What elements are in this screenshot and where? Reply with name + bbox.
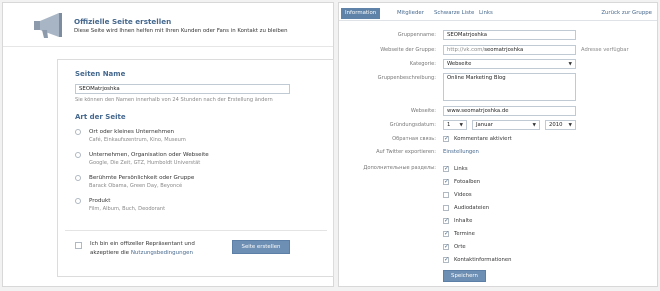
category-value: Webseite	[447, 61, 472, 67]
banner-subtitle: Diese Seite wird Ihnen helfen mit Ihren …	[74, 28, 288, 34]
terms-link[interactable]: Nutzungsbedingungen	[131, 250, 193, 256]
feedback-label: Обратная связь:	[392, 136, 436, 142]
page-type-label: Produkt	[89, 198, 111, 204]
chevron-down-icon: ▼	[568, 62, 572, 67]
section-label: Orte	[454, 244, 466, 250]
chevron-down-icon: ▼	[459, 123, 463, 128]
description-label: Gruppenbeschreibung:	[377, 75, 436, 81]
create-page-banner: Offizielle Seite erstellen Diese Seite w…	[3, 3, 333, 47]
page-type-heading: Art der Seite	[75, 113, 126, 121]
page-name-hint: Sie können den Namen innerhalb von 24 St…	[75, 97, 273, 103]
group-name-label: Gruppenname:	[397, 32, 436, 38]
section-label: Kontaktinformationen	[454, 257, 512, 263]
create-page-form: Seiten Name SEOMatrjoshka Sie können den…	[57, 59, 334, 277]
group-website-input[interactable]: http://vk.com/seomatrjoshka	[443, 45, 576, 55]
page-type-examples: Film, Album, Buch, Deodorant	[89, 206, 166, 212]
website-availability: Adresse verfügbar	[581, 47, 629, 53]
terms-text: akzeptiere die Nutzungsbedingungen	[90, 250, 193, 256]
founded-year-select[interactable]: 2010 ▼	[545, 120, 576, 130]
founded-year: 2010	[549, 122, 563, 128]
section-label: Links	[454, 166, 468, 172]
page-type-label: Unternehmen, Organisation oder Webseite	[89, 152, 209, 158]
radio-button[interactable]	[75, 175, 81, 181]
section-checkbox[interactable]: ✓	[443, 218, 449, 224]
twitter-settings-link[interactable]: Einstellungen	[443, 149, 479, 155]
banner-title: Offizielle Seite erstellen	[74, 17, 172, 26]
page-type-examples: Café, Einkaufszentrum, Kino, Museum	[89, 137, 186, 143]
twitter-label: Auf Twitter exportieren:	[376, 149, 436, 155]
create-page-panel: Offizielle Seite erstellen Diese Seite w…	[2, 2, 334, 287]
settings-tabs: Information Mitglieder Schwarze Liste Li…	[339, 3, 657, 21]
page-type-examples: Barack Obama, Green Day, Beyoncé	[89, 183, 183, 189]
page-type-label: Berühmte Persönlichkeit oder Gruppe	[89, 175, 195, 181]
page-name-heading: Seiten Name	[75, 70, 126, 78]
section-checkbox[interactable]: ✓	[443, 244, 449, 250]
divider	[65, 230, 327, 231]
sections-label: Дополнительные разделы:	[363, 165, 436, 171]
founded-label: Gründungsdatum:	[389, 122, 436, 128]
founded-month: Januar	[476, 122, 493, 128]
radio-button[interactable]	[75, 129, 81, 135]
group-name-input[interactable]: SEOMatrjoshka	[443, 30, 576, 40]
founded-day: 1	[447, 122, 451, 128]
section-label: Inhalte	[454, 218, 473, 224]
category-select[interactable]: Webseite ▼	[443, 59, 576, 69]
page-type-examples: Google, Die Zeit, GTZ, Humboldt Universt…	[89, 160, 201, 166]
founded-month-select[interactable]: Januar ▼	[472, 120, 540, 130]
section-checkbox[interactable]	[443, 205, 449, 211]
page-name-input[interactable]: SEOMatrjoshka	[75, 84, 290, 94]
founded-day-select[interactable]: 1 ▼	[443, 120, 467, 130]
tab-links[interactable]: Links	[475, 8, 497, 19]
radio-button[interactable]	[75, 198, 81, 204]
website-slug: seomatrjoshka	[484, 47, 524, 53]
description-textarea[interactable]: Online Marketing Blog	[443, 73, 576, 101]
website-prefix: http://vk.com/	[447, 47, 485, 53]
terms-prefix: akzeptiere die	[90, 250, 131, 256]
chevron-down-icon: ▼	[532, 123, 536, 128]
section-label: Termine	[454, 231, 475, 237]
section-checkbox[interactable]: ✓	[443, 166, 449, 172]
section-label: Audiodateien	[454, 205, 490, 211]
website-url-input[interactable]: www.seomatrjoshka.de	[443, 106, 576, 116]
section-checkbox[interactable]	[443, 192, 449, 198]
back-to-group-link[interactable]: Zurück zur Gruppe	[601, 8, 652, 19]
representative-text: Ich bin ein offizeller Repräsentant und	[90, 241, 195, 247]
group-website-label: Webseite der Gruppe:	[380, 47, 436, 53]
tab-information[interactable]: Information	[341, 8, 381, 19]
section-label: Fotoalben	[454, 179, 481, 185]
page-type-label: Ort oder kleines Unternehmen	[89, 129, 175, 135]
group-settings-panel: Information Mitglieder Schwarze Liste Li…	[338, 2, 658, 287]
tab-blacklist[interactable]: Schwarze Liste	[430, 8, 478, 19]
section-checkbox[interactable]: ✓	[443, 179, 449, 185]
feedback-checkbox[interactable]: ✓	[443, 136, 449, 142]
tab-members[interactable]: Mitglieder	[393, 8, 428, 19]
chevron-down-icon: ▼	[568, 123, 572, 128]
representative-checkbox[interactable]	[75, 242, 82, 249]
category-label: Kategorie:	[409, 61, 436, 67]
feedback-value: Kommentare aktiviert	[454, 136, 512, 142]
megaphone-icon	[34, 13, 62, 38]
section-label: Videos	[454, 192, 472, 198]
create-page-button[interactable]: Seite erstellen	[232, 240, 290, 254]
save-button[interactable]: Speichern	[443, 270, 486, 282]
section-checkbox[interactable]: ✓	[443, 257, 449, 263]
website-url-label: Webseite:	[410, 108, 436, 114]
section-checkbox[interactable]: ✓	[443, 231, 449, 237]
radio-button[interactable]	[75, 152, 81, 158]
